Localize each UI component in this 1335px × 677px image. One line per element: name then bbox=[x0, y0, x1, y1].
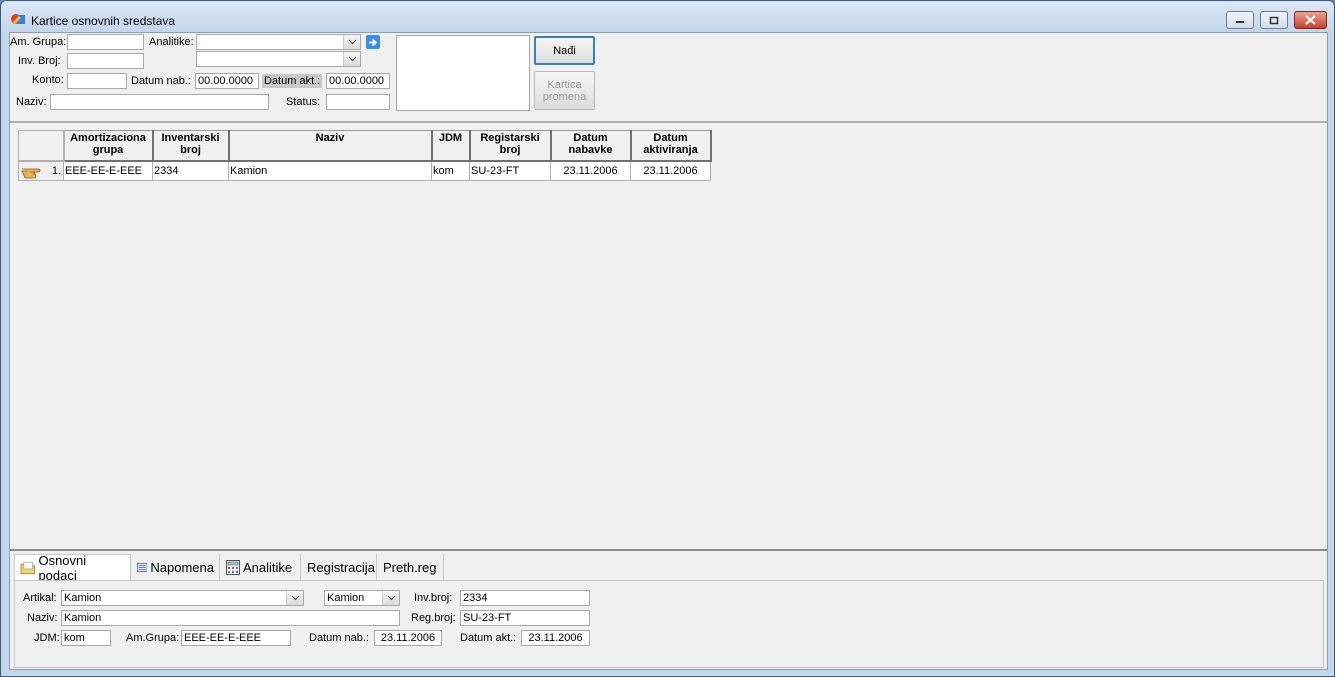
folder-icon bbox=[20, 561, 35, 575]
chevron-down-icon[interactable] bbox=[343, 52, 360, 66]
detail-naziv-input[interactable]: Kamion bbox=[61, 610, 400, 626]
analitike-select-2[interactable] bbox=[196, 51, 361, 67]
col-header-datum-nab[interactable]: Datum nabavke bbox=[550, 130, 632, 162]
restore-icon bbox=[1269, 16, 1279, 24]
analitike-select-1[interactable] bbox=[196, 34, 361, 50]
tab-label: Napomena bbox=[150, 559, 214, 575]
detail-datum-akt-input[interactable]: 23.11.2006 bbox=[521, 630, 590, 646]
row-indicator-header bbox=[18, 130, 65, 162]
detail-inv-broj-label: Inv.broj: bbox=[414, 592, 453, 604]
artikal-label: Artikal: bbox=[23, 592, 57, 604]
detail-inv-broj-input[interactable]: 2334 bbox=[460, 590, 590, 606]
calculator-icon bbox=[226, 559, 240, 575]
status-input[interactable] bbox=[326, 94, 390, 110]
detail-jdm-input[interactable]: kom bbox=[61, 630, 111, 646]
datum-nab-input[interactable]: 00.00.0000 bbox=[195, 73, 259, 89]
cell-datum-akt[interactable]: 23.11.2006 bbox=[630, 160, 711, 181]
results-table: Amortizaciona grupa Inventarski broj Naz… bbox=[18, 130, 712, 181]
analitike-label: Analitike: bbox=[149, 36, 194, 48]
close-button[interactable] bbox=[1294, 11, 1327, 29]
tab-osnovni-podaci[interactable]: Osnovni podaci bbox=[14, 553, 131, 583]
artikal-select[interactable]: Kamion bbox=[61, 590, 304, 606]
col-header-naziv[interactable]: Naziv bbox=[228, 130, 433, 162]
app-window: Kartice osnovnih sredstava Am. Grupa: An… bbox=[0, 0, 1335, 677]
datum-nab-label: Datum nab.: bbox=[131, 75, 191, 87]
tab-analitike[interactable]: Analitike bbox=[221, 554, 301, 580]
tab-label: Registracija bbox=[307, 559, 375, 575]
grid-area: Amortizaciona grupa Inventarski broj Naz… bbox=[10, 121, 1327, 551]
artikal-select-2[interactable]: Kamion bbox=[324, 590, 400, 606]
tab-label: Analitike bbox=[243, 559, 293, 575]
arrow-right-icon[interactable] bbox=[366, 35, 380, 49]
minimize-icon bbox=[1236, 21, 1244, 23]
detail-naziv-label: Naziv: bbox=[27, 612, 58, 624]
status-label: Status: bbox=[286, 96, 321, 108]
konto-label: Konto: bbox=[32, 74, 64, 86]
tab-preth-reg[interactable]: Preth.reg bbox=[378, 554, 444, 580]
inv-broj-label: Inv. Broj: bbox=[18, 55, 61, 67]
title-bar: Kartice osnovnih sredstava bbox=[1, 1, 1334, 33]
window-title: Kartice osnovnih sredstava bbox=[31, 14, 176, 28]
tab-registracija[interactable]: Registracija bbox=[302, 554, 377, 580]
detail-datum-nab-label: Datum nab.: bbox=[309, 632, 369, 644]
row-indicator[interactable]: 1. bbox=[18, 160, 64, 181]
tab-napomena[interactable]: Napomena bbox=[132, 554, 220, 580]
artikal-value-2: Kamion bbox=[327, 592, 365, 604]
cell-inv-broj[interactable]: 2334 bbox=[152, 160, 229, 181]
chevron-down-icon[interactable] bbox=[343, 35, 360, 49]
cell-reg-broj[interactable]: SU-23-FT bbox=[469, 160, 551, 181]
am-grupa-label: Am. Grupa: bbox=[10, 36, 67, 48]
cell-am-grupa[interactable]: EEE-EE-E-EEE bbox=[63, 160, 153, 181]
detail-am-grupa-input[interactable]: EEE-EE-E-EEE bbox=[181, 630, 291, 646]
osnovni-podaci-panel: Artikal: Kamion Kamion Inv.broj: 2334 Na… bbox=[14, 580, 1324, 668]
table-header-row: Amortizaciona grupa Inventarski broj Naz… bbox=[18, 130, 712, 162]
client-area: Am. Grupa: Analitike: Inv. Broj: Konto: … bbox=[9, 32, 1328, 670]
tab-label: Osnovni podaci bbox=[38, 553, 87, 583]
am-grupa-input[interactable] bbox=[67, 34, 144, 50]
naziv-input[interactable] bbox=[50, 94, 269, 110]
row-number: 1. bbox=[51, 164, 61, 177]
status-listbox[interactable] bbox=[396, 35, 530, 111]
chevron-down-icon[interactable] bbox=[286, 591, 303, 605]
col-header-reg-broj[interactable]: Registarski broj bbox=[469, 130, 552, 162]
tab-label: Preth.reg bbox=[383, 559, 437, 575]
app-icon bbox=[11, 14, 25, 24]
nadji-button[interactable]: Nađi bbox=[534, 36, 595, 65]
detail-reg-broj-label: Reg.broj: bbox=[411, 612, 456, 624]
datum-akt-input[interactable]: 00.00.0000 bbox=[326, 73, 390, 89]
cell-jdm[interactable]: kom bbox=[431, 160, 470, 181]
chevron-down-icon[interactable] bbox=[382, 591, 399, 605]
col-header-datum-akt[interactable]: Datum aktiviranja bbox=[630, 130, 712, 162]
detail-datum-akt-label: Datum akt.: bbox=[460, 632, 517, 644]
table-row[interactable]: 1. EEE-EE-E-EEE 2334 Kamion kom SU-23-FT… bbox=[18, 160, 711, 181]
minimize-button[interactable] bbox=[1226, 11, 1254, 29]
notes-icon bbox=[137, 562, 148, 572]
col-header-am-grupa[interactable]: Amortizaciona grupa bbox=[63, 130, 154, 162]
inv-broj-input[interactable] bbox=[67, 53, 144, 69]
detail-am-grupa-label: Am.Grupa: bbox=[126, 632, 180, 644]
cell-naziv[interactable]: Kamion bbox=[228, 160, 432, 181]
detail-jdm-label: JDM: bbox=[34, 632, 60, 644]
datum-akt-label: Datum akt.: bbox=[262, 74, 323, 88]
kartica-promena-button[interactable]: Kartica promena bbox=[534, 71, 595, 110]
detail-datum-nab-input[interactable]: 23.11.2006 bbox=[374, 630, 442, 646]
detail-reg-broj-input[interactable]: SU-23-FT bbox=[460, 610, 590, 626]
cell-datum-nab[interactable]: 23.11.2006 bbox=[550, 160, 631, 181]
konto-input[interactable] bbox=[67, 73, 127, 89]
col-header-inv-broj[interactable]: Inventarski broj bbox=[152, 130, 230, 162]
restore-button[interactable] bbox=[1260, 11, 1288, 29]
pointing-hand-icon bbox=[21, 168, 41, 178]
col-header-jdm[interactable]: JDM bbox=[431, 130, 471, 162]
naziv-label: Naziv: bbox=[16, 96, 47, 108]
close-icon bbox=[1305, 15, 1316, 25]
artikal-value: Kamion bbox=[64, 592, 102, 604]
